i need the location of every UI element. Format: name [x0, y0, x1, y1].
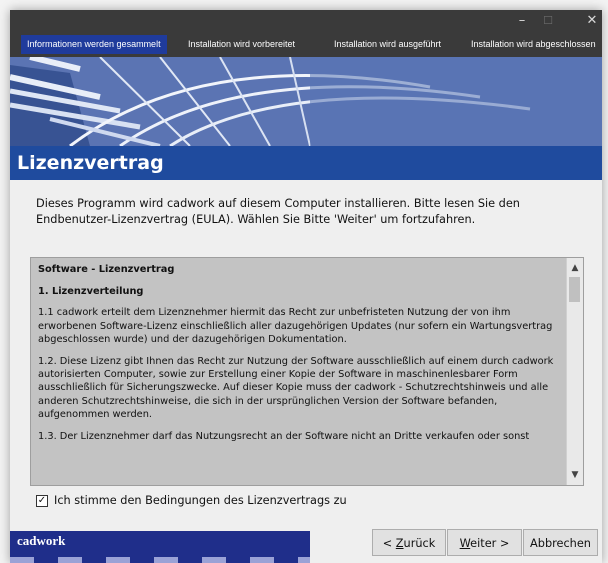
back-button[interactable]: < Zurück	[372, 529, 446, 556]
license-paragraph: 1.3. Der Lizenznehmer darf das Nutzungsr…	[38, 430, 530, 442]
header-banner-image	[10, 57, 602, 146]
license-heading: Software - Lizenzvertrag	[38, 264, 175, 275]
step-installing: Installation wird ausgeführt	[334, 39, 442, 49]
content-area: Dieses Programm wird cadwork auf diesem …	[10, 180, 602, 530]
maximize-button[interactable]: ☐	[528, 10, 568, 32]
intro-text: Dieses Programm wird cadwork auf diesem …	[36, 197, 520, 226]
license-paragraph: 1.1 cadwork erteilt dem Lizenznehmer hie…	[38, 307, 553, 345]
next-button[interactable]: Weiter >	[447, 529, 522, 556]
step-preparing: Installation wird vorbereitet	[188, 39, 296, 49]
brand-name: cadwork	[17, 533, 66, 548]
scroll-thumb[interactable]	[569, 277, 580, 302]
vertical-scrollbar[interactable]: ▲ ▼	[566, 258, 583, 485]
close-button[interactable]: ✕	[572, 10, 602, 32]
back-label-rest: urück	[403, 537, 436, 550]
scroll-down-arrow-icon[interactable]: ▼	[567, 467, 583, 483]
page-title: Lizenzvertrag	[17, 152, 164, 174]
license-paragraph: 1.2. Diese Lizenz gibt Ihnen das Recht z…	[38, 355, 554, 421]
cancel-button[interactable]: Abbrechen	[523, 529, 598, 556]
step-collecting-info: Informationen werden gesammelt	[21, 35, 167, 54]
license-section-title: 1. Lizenzverteilung	[38, 285, 144, 297]
next-label-rest: eiter >	[470, 537, 510, 550]
title-bar: – ☐ ✕	[10, 10, 602, 32]
step-indicator: Informationen werden gesammelt Installat…	[10, 32, 602, 57]
back-label-prefix: <	[382, 537, 396, 550]
cadwork-logo: cadwork	[10, 531, 310, 563]
logo-stripes	[10, 557, 310, 563]
back-mnemonic: Z	[395, 537, 404, 550]
roof-structure-image	[10, 57, 602, 146]
scroll-up-arrow-icon[interactable]: ▲	[567, 260, 583, 276]
installer-window: – ☐ ✕ Informationen werden gesammelt Ins…	[10, 10, 602, 563]
page-header: Lizenzvertrag	[10, 146, 602, 180]
agree-checkbox[interactable]: ✓	[36, 495, 48, 507]
step-finishing: Installation wird abgeschlossen	[471, 39, 596, 49]
license-text: Software - Lizenzvertrag 1. Lizenzvertei…	[38, 263, 564, 451]
next-mnemonic: W	[459, 537, 471, 550]
agree-label[interactable]: Ich stimme den Bedingungen des Lizenzver…	[54, 494, 347, 508]
license-text-box[interactable]: Software - Lizenzvertrag 1. Lizenzvertei…	[30, 257, 584, 486]
